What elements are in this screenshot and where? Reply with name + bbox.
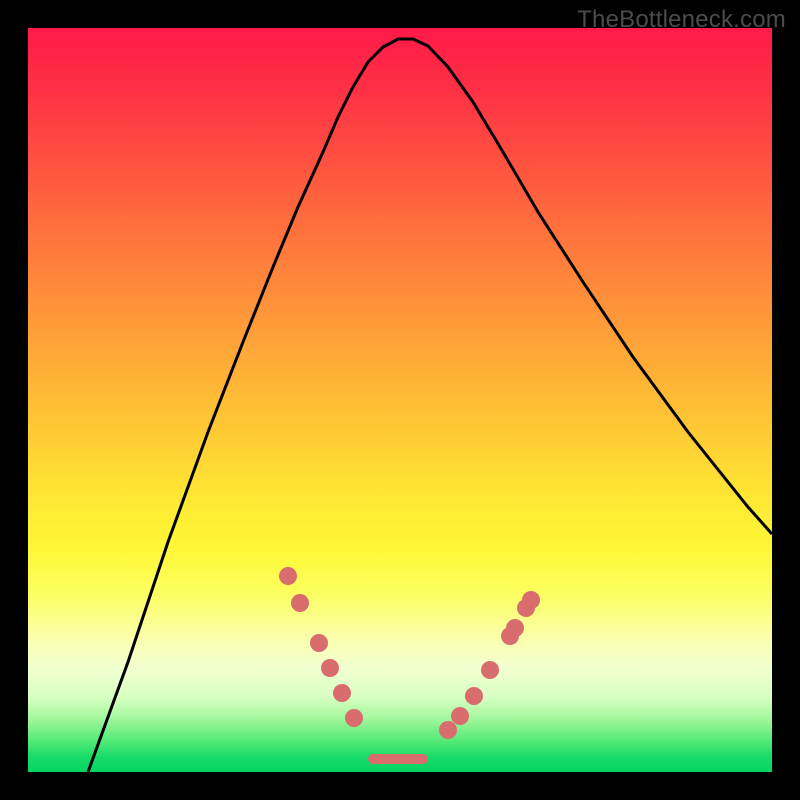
data-marker: [439, 721, 457, 739]
markers-right-group: [439, 591, 540, 739]
data-marker: [291, 594, 309, 612]
data-marker: [522, 591, 540, 609]
data-marker: [333, 684, 351, 702]
minimum-flat-segment: [368, 754, 428, 764]
data-marker: [279, 567, 297, 585]
data-marker: [481, 661, 499, 679]
plot-area: [28, 28, 772, 772]
data-marker: [310, 634, 328, 652]
bottleneck-curve: [88, 39, 772, 772]
data-marker: [465, 687, 483, 705]
watermark-text: TheBottleneck.com: [577, 6, 786, 34]
data-marker: [321, 659, 339, 677]
data-marker: [506, 619, 524, 637]
data-marker: [345, 709, 363, 727]
chart-svg: [28, 28, 772, 772]
markers-left-group: [279, 567, 363, 727]
chart-frame: TheBottleneck.com: [0, 0, 800, 800]
data-marker: [451, 707, 469, 725]
